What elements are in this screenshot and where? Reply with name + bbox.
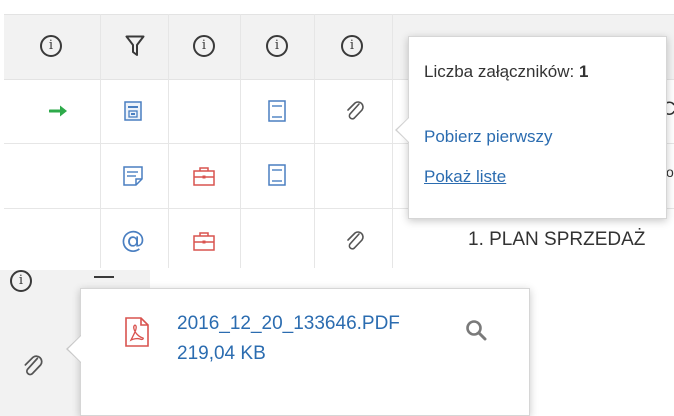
column-header-type[interactable] bbox=[110, 34, 160, 58]
type-cell bbox=[108, 164, 158, 188]
file-size: 219,04 KB bbox=[177, 343, 266, 364]
attachment-count: Liczba załączników: 1 bbox=[424, 62, 588, 82]
column-header-status[interactable]: i bbox=[26, 34, 76, 58]
info-icon[interactable]: i bbox=[40, 35, 62, 57]
file-popover: 2016_12_20_133646.PDF 219,04 KB bbox=[66, 288, 530, 416]
info-icon[interactable]: i bbox=[266, 35, 288, 57]
info-icon[interactable]: i bbox=[193, 35, 215, 57]
download-first-link[interactable]: Pobierz pierwszy bbox=[424, 127, 553, 147]
briefcase-icon bbox=[193, 167, 215, 186]
file-name-link[interactable]: 2016_12_20_133646.PDF bbox=[177, 313, 400, 335]
category-cell bbox=[179, 164, 229, 188]
filter-icon[interactable] bbox=[125, 35, 145, 57]
filter-icon[interactable] bbox=[94, 276, 114, 282]
arrow-right-icon bbox=[49, 105, 67, 117]
status-cell bbox=[34, 101, 84, 121]
book-icon bbox=[268, 100, 286, 122]
pdf-file-icon[interactable] bbox=[125, 317, 149, 347]
paperclip-icon[interactable] bbox=[345, 230, 365, 252]
column-divider bbox=[314, 14, 315, 268]
column-divider bbox=[100, 14, 101, 268]
info-icon[interactable]: i bbox=[10, 270, 32, 292]
show-list-link[interactable]: Pokaż liste bbox=[424, 167, 506, 187]
paperclip-icon[interactable] bbox=[345, 100, 365, 122]
attachment-cell[interactable] bbox=[330, 228, 380, 254]
search-icon[interactable] bbox=[465, 319, 487, 341]
book-icon bbox=[268, 164, 286, 186]
popover-arrow-inner bbox=[397, 118, 409, 142]
briefcase-icon bbox=[193, 232, 215, 251]
attachment-count-label: Liczba załączników: bbox=[424, 62, 579, 81]
attachments-popover: Liczba załączników: 1 Pobierz pierwszy P… bbox=[395, 36, 667, 219]
type-cell: @ bbox=[108, 227, 158, 253]
book-cell bbox=[252, 162, 302, 188]
attachment-cell[interactable] bbox=[330, 98, 380, 124]
book-cell bbox=[252, 98, 302, 124]
type-cell bbox=[108, 99, 158, 123]
paperclip-icon[interactable] bbox=[22, 354, 44, 378]
email-at-icon: @ bbox=[121, 226, 145, 254]
column-header-attachments[interactable]: i bbox=[327, 34, 377, 58]
column-divider bbox=[392, 14, 393, 268]
attachment-preview-panel: i 2016_12_20_133646.PDF 219,04 KB bbox=[0, 270, 674, 416]
info-icon[interactable]: i bbox=[341, 35, 363, 57]
document-title[interactable]: 1. PLAN SPRZEDAŻ bbox=[468, 229, 645, 251]
popover-arrow-inner bbox=[68, 336, 81, 362]
column-divider bbox=[168, 14, 169, 268]
document-title[interactable]: os bbox=[666, 164, 674, 180]
column-header-category[interactable]: i bbox=[179, 34, 229, 58]
column-divider bbox=[240, 14, 241, 268]
note-document-icon bbox=[123, 166, 143, 186]
form-document-icon bbox=[124, 101, 142, 121]
attachment-count-value: 1 bbox=[578, 62, 589, 81]
category-cell bbox=[179, 229, 229, 253]
column-header-book[interactable]: i bbox=[252, 34, 302, 58]
document-grid: i i i i C o @ 1. PLAN SPRZEDAŻ Liczba za… bbox=[4, 14, 674, 268]
